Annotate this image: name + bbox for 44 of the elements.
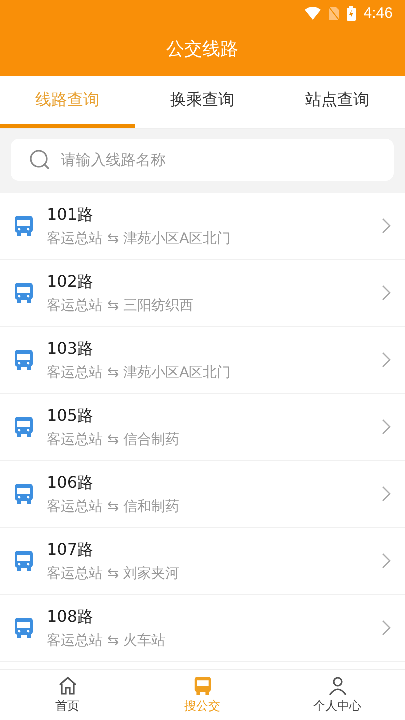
bus-icon — [194, 676, 212, 696]
bus-icon — [14, 483, 34, 505]
sim-icon — [328, 6, 339, 20]
route-name: 107路 — [47, 540, 95, 560]
chevron-icon — [382, 218, 391, 234]
battery-icon — [346, 6, 356, 20]
route-stops: 客运总站 ⇆ 三阳纺织西 — [47, 296, 195, 314]
search-field[interactable]: 请输入线路名称 — [11, 139, 394, 181]
route-item[interactable]: 103路 客运总站 ⇆ 津苑小区A区北门 — [0, 327, 405, 394]
bus-icon — [14, 215, 34, 237]
route-item[interactable]: 107路 客运总站 ⇆ 刘家夹河 — [0, 528, 405, 595]
route-name: 108路 — [47, 606, 95, 628]
route-stops: 客运总站 ⇆ 信和制药 — [47, 498, 181, 516]
bus-icon — [14, 550, 34, 572]
bus-icon — [14, 416, 34, 438]
route-item[interactable]: 106路 客运总站 ⇆ 信和制药 — [0, 461, 405, 528]
route-name: 105路 — [47, 406, 95, 426]
route-item[interactable]: 101路 客运总站 ⇆ 津苑小区A区北门 — [0, 193, 405, 260]
route-name: 102路 — [47, 272, 95, 292]
chevron-icon — [382, 486, 391, 502]
route-name: 101路 — [47, 204, 95, 226]
chevron-icon — [382, 285, 391, 301]
chevron-icon — [382, 352, 391, 368]
wifi-icon — [304, 6, 321, 20]
bus-icon — [14, 617, 34, 639]
bus-icon — [14, 349, 34, 371]
chevron-icon — [382, 553, 391, 569]
route-name: 103路 — [47, 338, 95, 360]
route-stops: 客运总站 ⇆ 津苑小区A区北门 — [47, 230, 232, 248]
route-stops: 客运总站 ⇆ 信合制药 — [47, 430, 181, 448]
chevron-icon — [382, 419, 391, 435]
route-name: 106路 — [47, 472, 95, 494]
chevron-icon — [382, 620, 391, 636]
status-time: 4:46 — [364, 4, 393, 22]
route-item[interactable]: 102路 客运总站 ⇆ 三阳纺织西 — [0, 260, 405, 327]
bus-icon — [14, 282, 34, 304]
person-icon — [328, 676, 348, 696]
home-icon — [58, 676, 78, 696]
page-title: 公交线路 — [166, 38, 240, 62]
route-stops: 客运总站 ⇆ 火车站 — [47, 632, 167, 650]
route-stops: 客运总站 ⇆ 刘家夹河 — [47, 564, 181, 582]
route-item[interactable]: 105路 客运总站 ⇆ 信合制药 — [0, 394, 405, 461]
route-item[interactable]: 108路 客运总站 ⇆ 火车站 — [0, 595, 405, 662]
route-stops: 客运总站 ⇆ 津苑小区A区北门 — [47, 364, 232, 382]
